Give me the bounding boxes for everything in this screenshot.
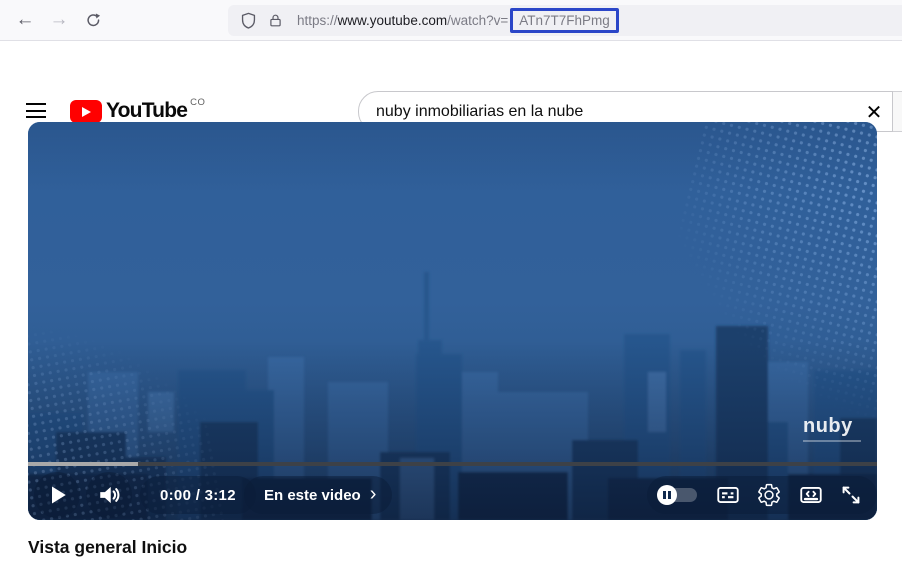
video-player[interactable]: nuby 0:00 / 3:12 En este video — [28, 122, 877, 520]
play-button[interactable] — [34, 472, 80, 518]
chevron-right-icon: › — [370, 487, 377, 502]
url-path: /watch?v= — [447, 13, 508, 28]
youtube-header: YouTube CO ✕ — [0, 42, 902, 98]
volume-button[interactable] — [86, 472, 132, 518]
player-controls: 0:00 / 3:12 En este video › — [28, 470, 877, 520]
autoplay-toggle[interactable] — [657, 485, 699, 505]
video-shade-overlay — [28, 122, 877, 520]
video-id-highlight: ATn7T7FhPmg — [510, 8, 619, 33]
url-scheme: https:// — [297, 13, 338, 28]
watermark-text: nuby — [803, 415, 853, 437]
miniplayer-icon — [798, 482, 824, 508]
fullscreen-button[interactable] — [839, 483, 863, 507]
progress-bar[interactable] — [28, 462, 877, 466]
chapter-label: En este video — [264, 487, 361, 504]
time-display: 0:00 / 3:12 — [140, 476, 256, 514]
watermark-tagline — [803, 440, 861, 442]
fullscreen-icon — [839, 483, 863, 507]
volume-icon — [95, 481, 123, 509]
subtitles-button[interactable] — [715, 482, 741, 508]
search-submit-button[interactable] — [893, 91, 902, 132]
channel-watermark: nuby — [803, 416, 861, 442]
browser-reload-button[interactable] — [76, 5, 110, 35]
progress-buffered — [28, 462, 138, 466]
youtube-region-label: CO — [190, 97, 205, 108]
chapter-button[interactable]: En este video › — [244, 476, 392, 514]
browser-toolbar: ← → https://www.youtube.com/watch?v=A — [0, 0, 902, 41]
settings-button[interactable] — [756, 482, 782, 508]
gear-icon — [756, 482, 782, 508]
miniplayer-button[interactable] — [798, 482, 824, 508]
play-icon — [42, 480, 72, 510]
browser-forward-button[interactable]: → — [42, 5, 76, 35]
browser-back-button[interactable]: ← — [8, 5, 42, 35]
screen: ← → https://www.youtube.com/watch?v=A — [0, 0, 902, 570]
pause-icon — [657, 485, 677, 505]
browser-address-bar[interactable]: https://www.youtube.com/watch?v=ATn7T7Fh… — [228, 5, 902, 36]
lock-icon[interactable] — [267, 12, 284, 29]
reload-icon — [84, 11, 103, 30]
menu-hamburger-icon[interactable] — [26, 103, 46, 123]
subtitles-icon — [715, 482, 741, 508]
shield-icon[interactable] — [239, 11, 258, 30]
youtube-play-badge-icon — [70, 100, 102, 123]
video-title: Vista general Inicio — [28, 537, 187, 558]
url-domain: www.youtube.com — [338, 13, 448, 28]
youtube-wordmark: YouTube — [106, 99, 187, 123]
url-text: https://www.youtube.com/watch?v=ATn7T7Fh… — [297, 8, 619, 33]
youtube-logo[interactable]: YouTube CO — [70, 99, 205, 123]
player-right-controls — [647, 476, 877, 514]
